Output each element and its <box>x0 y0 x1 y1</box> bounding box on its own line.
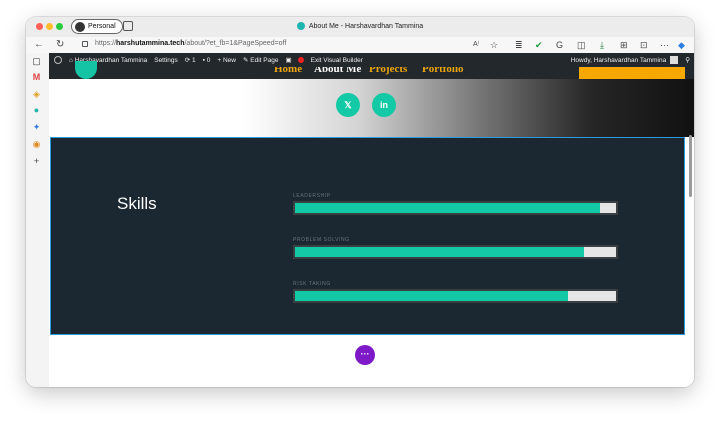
page-viewport: ⌂ Harshavardhan Tammina Settings ⟳ 1 ▪ 0… <box>49 53 694 387</box>
site-favicon-icon <box>296 22 305 30</box>
favorite-star-icon[interactable]: ☆ <box>490 39 498 51</box>
address-bar-row: ← ↻ https://harshutammina.tech/about/?et… <box>26 37 694 53</box>
menu-item-portfolio[interactable]: Portfolio <box>422 67 464 75</box>
menu-item-about[interactable]: About Me <box>314 67 361 75</box>
extension-grammar-icon[interactable]: G <box>556 39 563 51</box>
browser-sidebar: ▢ M ◈ ● ✦ ◉ + <box>26 53 48 387</box>
back-icon[interactable]: ← <box>34 39 44 51</box>
copilot-icon[interactable]: ◆ <box>678 39 685 51</box>
address-bar[interactable]: https://harshutammina.tech/about/?et_fb=… <box>95 40 286 47</box>
tab-title: About Me - Harshavardhan Tammina <box>308 22 424 30</box>
twitter-x-icon[interactable]: 𝕏 <box>336 93 360 117</box>
menu-cta-button[interactable] <box>579 67 685 79</box>
url-domain: harshutammina.tech <box>116 40 185 47</box>
sidebar-sparkle-icon[interactable]: ✦ <box>32 123 41 132</box>
menu-item-projects[interactable]: Projects <box>369 67 407 75</box>
builder-footer: ··· <box>49 335 694 387</box>
skill-label-problem-solving: PROBLEM SOLVING <box>293 237 350 243</box>
lock-icon[interactable] <box>82 41 88 47</box>
social-section: 𝕏 in <box>49 79 694 137</box>
skill-bar-risk-taking <box>293 289 618 303</box>
wp-new[interactable]: + New <box>217 57 236 64</box>
wp-comments-count: 0 <box>206 56 211 64</box>
wp-comments[interactable]: ▪ 0 <box>203 57 211 64</box>
sidebar-site-icon[interactable]: ● <box>32 106 41 115</box>
active-tab[interactable]: About Me - Harshavardhan Tammina <box>26 22 694 30</box>
skill-fill-risk-taking <box>295 291 568 301</box>
skills-section: Skills LEADERSHIP PROBLEM SOLVING RISK T… <box>50 137 685 335</box>
skills-heading: Skills <box>117 194 157 213</box>
wp-builder-icon[interactable]: ▣ <box>285 56 291 64</box>
read-aloud-icon[interactable]: A⁾ <box>473 39 479 51</box>
wordpress-logo-icon[interactable] <box>54 56 62 64</box>
wp-edit-page[interactable]: ✎ Edit Page <box>243 56 279 65</box>
wp-howdy[interactable]: Howdy, Harshavardhan Tammina <box>571 57 667 64</box>
extension-check-icon[interactable]: ✔ <box>535 39 543 51</box>
sidebar-tabs-icon[interactable]: ▢ <box>32 57 41 66</box>
favorites-bar-icon[interactable]: ⊞ <box>620 39 628 51</box>
title-bar: Personal About Me - Harshavardhan Tammin… <box>26 17 694 37</box>
wp-exit-builder[interactable]: Exit Visual Builder <box>311 57 363 64</box>
builder-more-options-button[interactable]: ··· <box>355 345 375 365</box>
wp-search-icon[interactable]: ⚲ <box>685 56 690 64</box>
wp-admin-bar: ⌂ Harshavardhan Tammina Settings ⟳ 1 ▪ 0… <box>49 53 694 67</box>
menu-item-home[interactable]: Home <box>274 67 302 75</box>
collections-icon[interactable]: ≣ <box>515 39 523 51</box>
extension-download-icon[interactable]: ⤓ <box>600 39 604 51</box>
wp-updates-count: 1 <box>192 56 196 64</box>
skill-fill-leadership <box>295 203 600 213</box>
linkedin-icon[interactable]: in <box>372 93 396 117</box>
skill-label-leadership: LEADERSHIP <box>293 193 331 199</box>
skill-fill-problem-solving <box>295 247 584 257</box>
sidebar-gmail-icon[interactable]: M <box>32 73 41 82</box>
wp-new-label: New <box>222 56 236 64</box>
skill-bar-problem-solving <box>293 245 618 259</box>
sidebar-app-icon[interactable]: ◈ <box>32 90 41 99</box>
url-prefix: https:// <box>95 40 117 47</box>
screenshot-icon[interactable]: ⊡ <box>640 39 648 51</box>
split-screen-icon[interactable]: ◫ <box>577 39 586 51</box>
site-menu: Home About Me Projects Portfolio <box>49 67 694 79</box>
wp-settings[interactable]: Settings <box>154 57 178 64</box>
wp-user-avatar[interactable] <box>670 56 679 64</box>
skill-label-risk-taking: RISK TAKING <box>293 281 331 287</box>
wp-status-dot-icon <box>297 57 304 63</box>
sidebar-add-icon[interactable]: + <box>32 157 41 166</box>
wp-edit-page-label: Edit Page <box>250 56 279 64</box>
url-path: /about/?et_fb=1&PageSpeed=off <box>184 40 287 47</box>
more-menu-icon[interactable]: ··· <box>660 39 669 51</box>
sidebar-game-icon[interactable]: ◉ <box>32 140 41 149</box>
page-scrollbar[interactable] <box>689 135 692 197</box>
wp-updates[interactable]: ⟳ 1 <box>185 56 196 65</box>
skill-bar-leadership <box>293 201 618 215</box>
refresh-icon[interactable]: ↻ <box>56 39 64 51</box>
browser-window: Personal About Me - Harshavardhan Tammin… <box>26 17 694 387</box>
